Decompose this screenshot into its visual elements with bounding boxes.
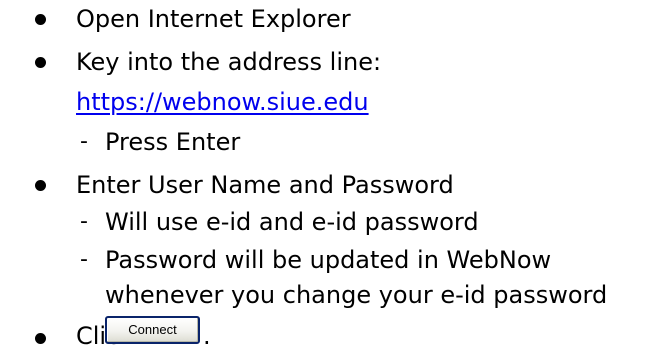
connect-button[interactable]: Connect	[105, 316, 200, 344]
subitem-text: Press Enter	[105, 128, 241, 156]
instruction-list: Open Internet Explorer Key into the addr…	[0, 0, 648, 356]
bullet-icon	[35, 14, 46, 25]
bullet-icon	[35, 57, 46, 68]
list-item-text: Open Internet Explorer	[76, 5, 351, 33]
list-item-text: Enter User Name and Password	[76, 171, 454, 199]
list-item-address-line: Key into the address line:	[76, 47, 381, 77]
bullet-icon	[35, 180, 46, 191]
list-item-credentials: Enter User Name and Password	[76, 170, 454, 200]
subitem-password-update: Password will be updated in WebNow	[105, 245, 551, 275]
subitem-text: whenever you change your e-id password	[105, 281, 608, 309]
address-link-line: https://webnow.siue.edu	[76, 87, 369, 117]
dash-icon: -	[80, 247, 88, 272]
webnow-link[interactable]: https://webnow.siue.edu	[76, 88, 369, 116]
dash-icon: -	[80, 129, 88, 154]
subitem-text: Password will be updated in WebNow	[105, 246, 552, 274]
list-item-open-ie: Open Internet Explorer	[76, 4, 351, 34]
trailing-period: .	[203, 322, 211, 350]
dash-icon: -	[80, 209, 88, 234]
bullet-icon	[35, 333, 46, 344]
list-item-text: Key into the address line:	[76, 48, 382, 76]
subitem-password-update-continuation: whenever you change your e-id password	[105, 280, 607, 310]
subitem-press-enter: Press Enter	[105, 127, 240, 157]
subitem-eid: Will use e-id and e-id password	[105, 207, 479, 237]
subitem-text: Will use e-id and e-id password	[105, 208, 479, 236]
